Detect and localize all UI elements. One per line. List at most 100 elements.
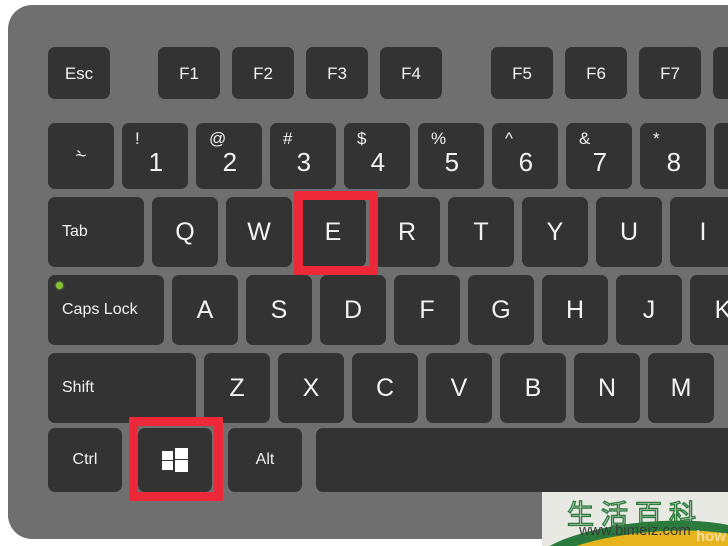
key-digit3[interactable]: #3 [270,123,336,189]
windows-logo-pane-q4 [175,460,188,472]
key-a-label: A [196,295,214,324]
key-r-label: R [397,217,417,246]
key-b[interactable]: B [500,353,566,423]
key-alt[interactable]: Alt [228,428,302,492]
key-u[interactable]: U [596,197,662,267]
key-shift[interactable]: Shift [48,353,196,423]
key-ctrl[interactable]: Ctrl [48,428,122,492]
key-esc-label: Esc [64,63,94,83]
key-digit7-symbol: & [579,129,591,148]
key-digit6-symbol: ^ [505,129,513,148]
key-f2-label: F2 [253,63,273,83]
key-h[interactable]: H [542,275,608,345]
key-r[interactable]: R [374,197,440,267]
key-q-label: Q [175,217,195,246]
key-digit2-symbol: @ [209,129,227,148]
key-f4-label: F4 [401,63,421,83]
key-y-label: Y [546,217,564,246]
key-j-label: J [642,295,656,324]
key-g[interactable]: G [468,275,534,345]
key-f6-label: F6 [586,63,606,83]
key-digit5-symbol: % [431,129,447,148]
key-f5[interactable]: F5 [491,47,553,99]
key-d[interactable]: D [320,275,386,345]
key-win[interactable] [138,428,212,492]
key-z[interactable]: Z [204,353,270,423]
key-v-label: V [450,373,468,402]
windows-logo-pane-q2 [175,448,188,459]
key-w[interactable]: W [226,197,292,267]
key-n[interactable]: N [574,353,640,423]
key-j[interactable]: J [616,275,682,345]
key-digit1[interactable]: ! 1 [122,123,188,189]
key-m-label: M [670,373,692,402]
key-tab[interactable]: Tab [48,197,144,267]
key-f4[interactable]: F4 [380,47,442,99]
key-i-label: I [699,217,707,246]
key-backquote[interactable]: ~ ` [48,123,114,189]
key-v[interactable]: V [426,353,492,423]
key-f[interactable]: F [394,275,460,345]
key-z-label: Z [229,373,245,402]
caps-lock-led-indicator [56,282,63,289]
key-f6[interactable]: F6 [565,47,627,99]
watermark-ghost-text: how [696,528,726,545]
key-k[interactable]: K [690,275,728,345]
key-s[interactable]: S [246,275,312,345]
key-f1-label: F1 [179,63,199,83]
keyboard-screenshot: EscF1F2F3F4F5F6F7~`!1@2#3$4%5^6&7*8(9Tab… [0,0,728,546]
key-digit2-digit: 2 [222,147,238,177]
key-digit9[interactable]: (9 [714,123,728,189]
key-n-label: N [597,373,617,402]
key-space[interactable] [316,428,728,492]
key-digit8[interactable]: * 8 [640,123,706,189]
key-digit5[interactable]: % 5 [418,123,484,189]
key-k-label: K [714,295,728,324]
windows-logo-pane-q3 [162,461,173,470]
key-y[interactable]: Y [522,197,588,267]
watermark: 生活百科 www.bimeiz.com how [542,492,728,546]
key-c[interactable]: C [352,353,418,423]
key-e[interactable]: E [300,197,366,267]
key-m[interactable]: M [648,353,714,423]
key-f-label: F [419,295,435,324]
key-digit8-digit: 8 [666,147,682,177]
key-q[interactable]: Q [152,197,218,267]
key-digit4[interactable]: $4 [344,123,410,189]
key-g-label: G [491,295,511,324]
key-t[interactable]: T [448,197,514,267]
key-tab-label: Tab [62,223,88,240]
key-digit7[interactable]: & 7 [566,123,632,189]
key-digit1-symbol: ! [135,129,140,148]
key-digit4-symbol: $ [357,129,367,148]
key-f3-label: F3 [327,63,347,83]
key-w-label: W [247,217,271,246]
key-digit8-symbol: * [653,129,660,148]
key-shift-label: Shift [62,379,95,396]
key-f3[interactable]: F3 [306,47,368,99]
key-b-label: B [524,373,542,402]
key-a[interactable]: A [172,275,238,345]
key-t-label: T [473,217,489,246]
key-x-label: X [302,373,320,402]
key-digit5-digit: 5 [444,147,460,177]
key-f7[interactable]: F7 [639,47,701,99]
key-f8[interactable] [713,47,728,99]
key-backquote-digit: ` [75,149,83,170]
key-f1[interactable]: F1 [158,47,220,99]
key-digit6[interactable]: ^ 6 [492,123,558,189]
key-f2[interactable]: F2 [232,47,294,99]
windows-logo-icon [162,448,188,472]
key-e-label: E [324,217,342,246]
key-c-label: C [375,373,395,402]
key-digit2[interactable]: @2 [196,123,262,189]
key-d-label: D [343,295,363,324]
key-x[interactable]: X [278,353,344,423]
key-s-label: S [270,295,288,324]
key-esc[interactable]: Esc [48,47,110,99]
key-i[interactable]: I [670,197,728,267]
key-f7-label: F7 [660,63,680,83]
keyboard-body: EscF1F2F3F4F5F6F7~`!1@2#3$4%5^6&7*8(9Tab… [8,5,728,539]
key-digit3-symbol: # [283,129,293,148]
key-capslock[interactable]: Caps Lock [48,275,164,345]
